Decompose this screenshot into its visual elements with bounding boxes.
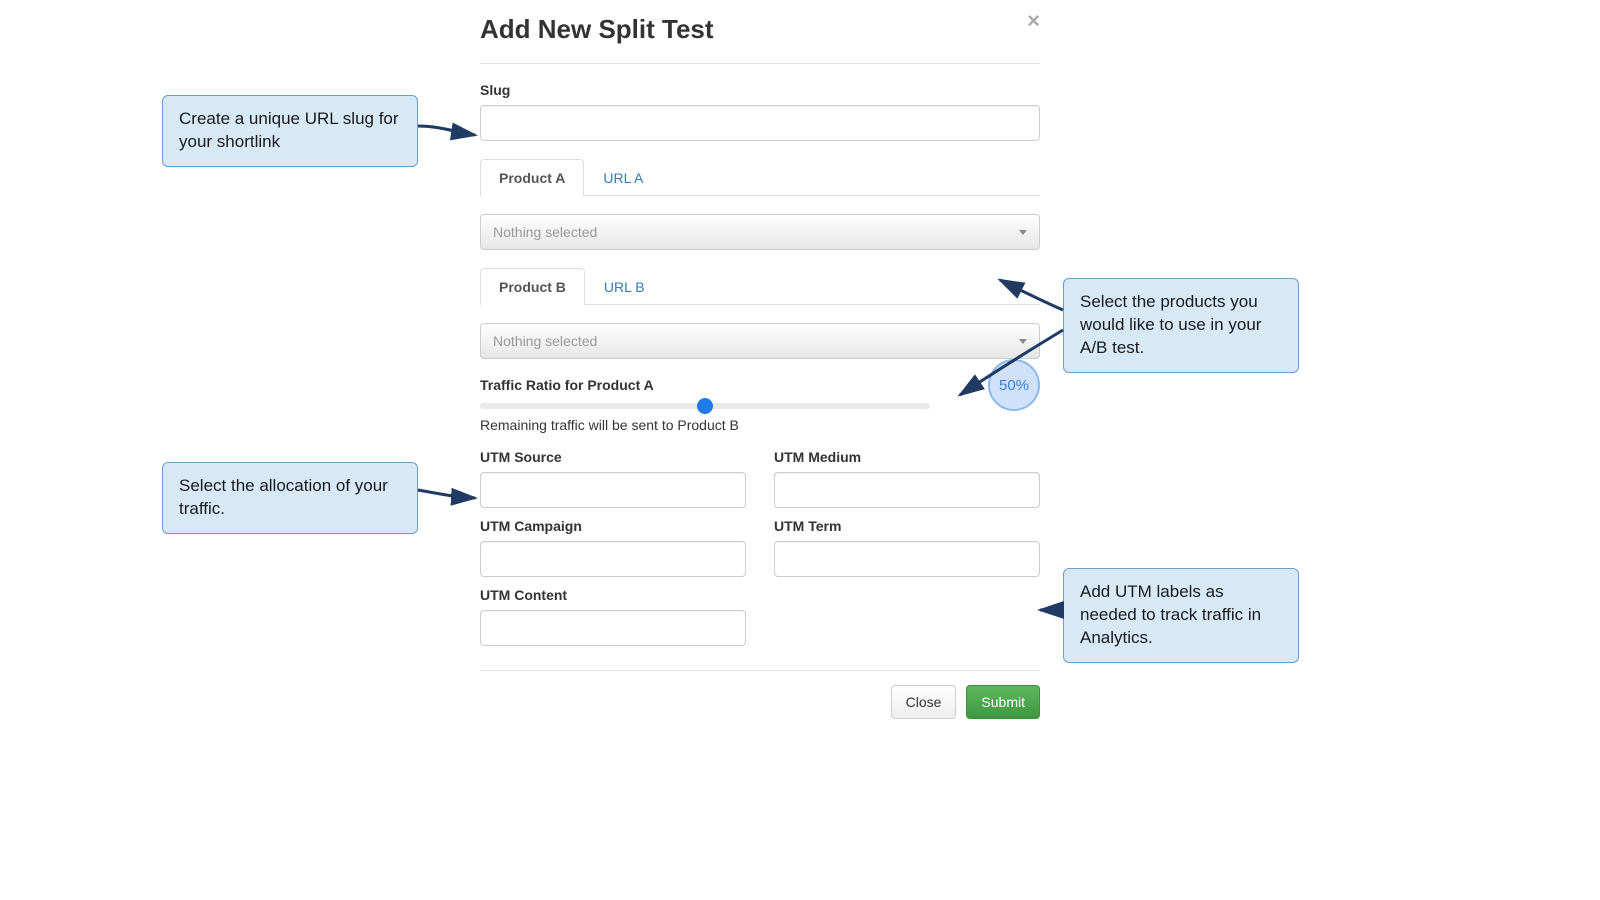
slider-handle[interactable] [697,398,713,414]
utm-source-input[interactable] [480,472,746,508]
callout-utm: Add UTM labels as needed to track traffi… [1063,568,1299,663]
product-b-select[interactable]: Nothing selected [480,323,1040,359]
slug-label: Slug [480,82,1040,98]
product-a-tabs: Product A URL A [480,159,1040,196]
traffic-helper-text: Remaining traffic will be sent to Produc… [480,417,1040,433]
traffic-ratio-group: Traffic Ratio for Product A 50% Remainin… [480,377,1040,433]
utm-medium-label: UTM Medium [774,449,1040,465]
traffic-ratio-label: Traffic Ratio for Product A [480,377,1040,393]
product-a-select-text: Nothing selected [493,224,597,240]
modal-header: Add New Split Test × [480,0,1040,64]
utm-medium-input[interactable] [774,472,1040,508]
callout-products: Select the products you would like to us… [1063,278,1299,373]
utm-source-label: UTM Source [480,449,746,465]
close-button[interactable]: Close [891,685,957,719]
utm-campaign-label: UTM Campaign [480,518,746,534]
modal-title: Add New Split Test [480,14,1040,45]
traffic-ratio-slider[interactable] [480,403,930,409]
slug-group: Slug [480,82,1040,141]
utm-campaign-input[interactable] [480,541,746,577]
utm-content-input[interactable] [480,610,746,646]
close-icon[interactable]: × [1027,10,1040,32]
utm-term-label: UTM Term [774,518,1040,534]
chevron-down-icon [1019,339,1027,344]
slug-input[interactable] [480,105,1040,141]
tab-product-a[interactable]: Product A [480,159,584,196]
product-b-select-group: Nothing selected [480,323,1040,359]
modal-footer: Close Submit [480,670,1040,733]
tab-url-b[interactable]: URL B [585,268,664,305]
utm-grid: UTM Source UTM Campaign UTM Content UTM … [480,449,1040,656]
product-b-select-text: Nothing selected [493,333,597,349]
modal-body: Slug Product A URL A Nothing selected Pr… [480,64,1040,656]
utm-content-label: UTM Content [480,587,746,603]
callout-traffic: Select the allocation of your traffic. [162,462,418,534]
product-b-tabs: Product B URL B [480,268,1040,305]
split-test-modal: Add New Split Test × Slug Product A URL … [480,0,1040,733]
product-a-select-group: Nothing selected [480,214,1040,250]
utm-term-input[interactable] [774,541,1040,577]
tab-product-b[interactable]: Product B [480,268,585,305]
product-a-select[interactable]: Nothing selected [480,214,1040,250]
tab-url-a[interactable]: URL A [584,159,662,196]
chevron-down-icon [1019,230,1027,235]
submit-button[interactable]: Submit [966,685,1040,719]
callout-slug: Create a unique URL slug for your shortl… [162,95,418,167]
traffic-ratio-badge: 50% [988,359,1040,411]
